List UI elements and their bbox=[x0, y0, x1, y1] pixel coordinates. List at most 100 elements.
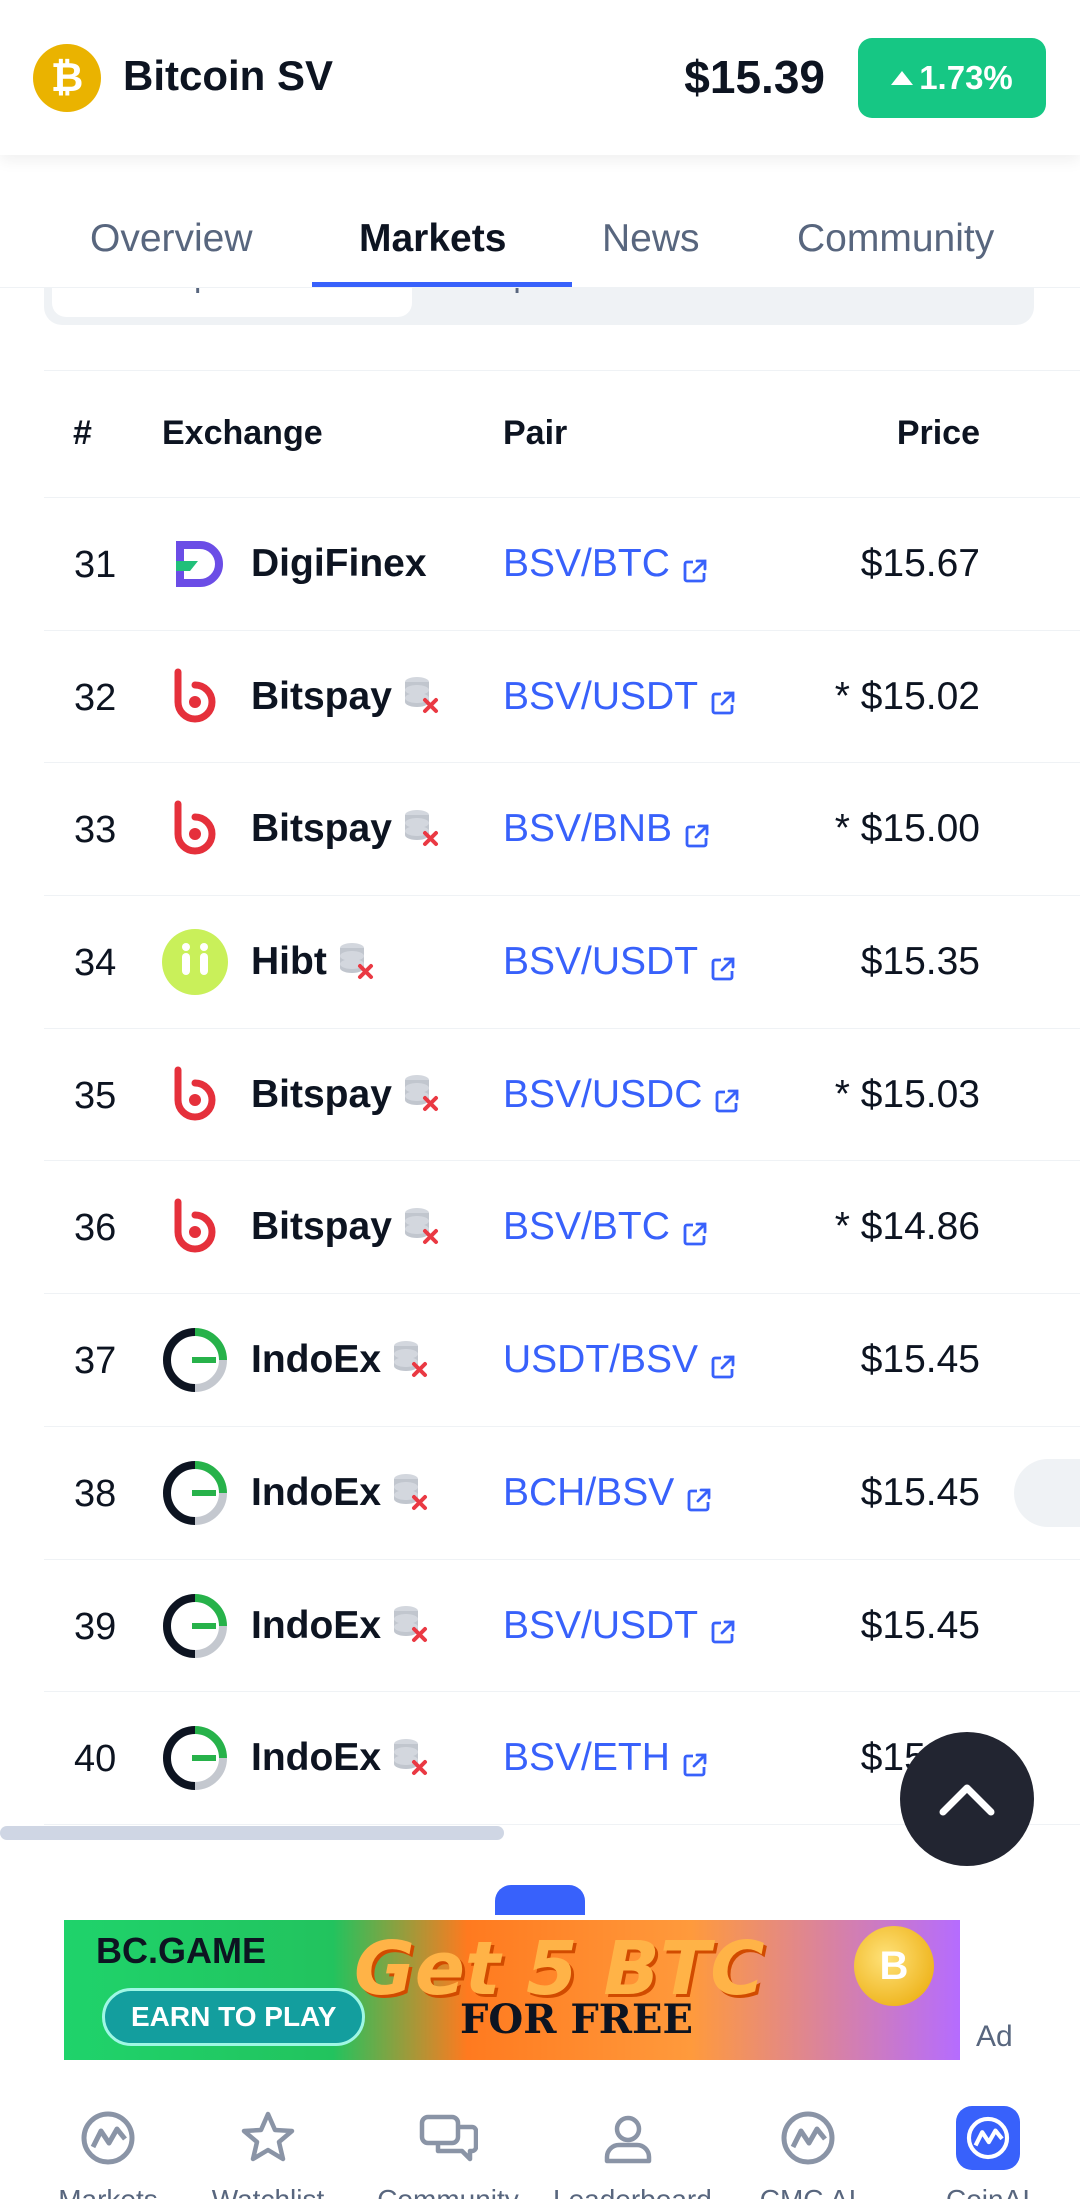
header-price[interactable]: Price bbox=[897, 414, 980, 453]
digifinex-logo-icon[interactable] bbox=[162, 531, 228, 597]
row-price: $15.67 bbox=[860, 542, 980, 585]
bitspay-logo-icon[interactable] bbox=[162, 1194, 228, 1260]
pagination-pill[interactable] bbox=[495, 1885, 585, 1915]
pair-link[interactable]: BSV/USDT bbox=[503, 940, 736, 984]
exchange-name-text: Bitspay bbox=[251, 674, 392, 718]
pair-link[interactable]: BSV/USDC bbox=[503, 1073, 740, 1117]
nav-community-label: Community bbox=[373, 2184, 523, 2199]
offscreen-value-pill: $ bbox=[1014, 1458, 1080, 1527]
horizontal-scrollbar[interactable] bbox=[0, 1826, 504, 1840]
external-link-icon bbox=[684, 815, 710, 848]
indoex-logo-icon[interactable] bbox=[162, 1725, 228, 1791]
back-to-top-button[interactable] bbox=[900, 1732, 1034, 1866]
pair-link[interactable]: USDT/BSV bbox=[503, 1338, 736, 1382]
table-row[interactable]: 38 IndoEx BCH/BSV $15.45 $ bbox=[44, 1427, 1080, 1560]
pair-link[interactable]: BSV/BNB bbox=[503, 807, 710, 851]
table-row[interactable]: 37 IndoEx USDT/BSV $15.45 bbox=[44, 1294, 1080, 1427]
row-rank: 33 bbox=[74, 809, 117, 852]
external-link-icon bbox=[710, 1346, 736, 1379]
table-row[interactable]: 35 Bitspay BSV/USDC * $15.03 bbox=[44, 1029, 1080, 1162]
excluded-volume-icon[interactable] bbox=[402, 1072, 440, 1112]
tab-news[interactable]: News bbox=[602, 217, 700, 261]
exchange-name-text: Bitspay bbox=[251, 807, 392, 851]
exchange-name[interactable]: Bitspay bbox=[251, 1073, 440, 1117]
pair-link[interactable]: BSV/ETH bbox=[503, 1736, 708, 1780]
excluded-volume-icon[interactable] bbox=[402, 674, 440, 714]
header-exchange[interactable]: Exchange bbox=[162, 414, 323, 453]
pair-text: BSV/USDT bbox=[503, 940, 699, 984]
nav-coinai[interactable]: CoinAI bbox=[913, 2106, 1063, 2199]
exchange-name[interactable]: DigiFinex bbox=[251, 542, 427, 586]
exchange-name-text: IndoEx bbox=[251, 1338, 382, 1382]
exchange-name[interactable]: IndoEx bbox=[251, 1736, 429, 1780]
ad-subline: FOR FREE bbox=[460, 1996, 694, 2043]
pair-link[interactable]: BSV/USDT bbox=[503, 1604, 736, 1648]
bitspay-logo-icon[interactable] bbox=[162, 796, 228, 862]
pair-link[interactable]: BCH/BSV bbox=[503, 1471, 712, 1515]
row-rank: 32 bbox=[74, 676, 117, 719]
table-row[interactable]: 32 Bitspay BSV/USDT * $15.02 bbox=[44, 631, 1080, 764]
excluded-volume-icon[interactable] bbox=[391, 1338, 429, 1378]
pair-text: BSV/USDC bbox=[503, 1072, 703, 1116]
excluded-volume-icon[interactable] bbox=[402, 1205, 440, 1245]
tab-overview[interactable]: Overview bbox=[90, 217, 253, 261]
coin-header: ₿ Bitcoin SV $15.39 1.73% bbox=[0, 0, 1080, 155]
indoex-logo-icon[interactable] bbox=[162, 1460, 228, 1526]
exchange-name[interactable]: Bitspay bbox=[251, 1205, 440, 1249]
exchange-name-text: Hibt bbox=[251, 940, 327, 984]
table-row[interactable]: 36 Bitspay BSV/BTC * $14.86 bbox=[44, 1161, 1080, 1295]
exchange-name[interactable]: IndoEx bbox=[251, 1338, 429, 1382]
price-change-badge: 1.73% bbox=[858, 38, 1046, 118]
nav-coinai-label: CoinAI bbox=[913, 2184, 1063, 2199]
excluded-volume-icon[interactable] bbox=[391, 1471, 429, 1511]
indoex-logo-icon[interactable] bbox=[162, 1327, 228, 1393]
table-row[interactable]: 31 DigiFinex BSV/BTC $15.67 bbox=[44, 498, 1080, 631]
table-row[interactable]: 33 Bitspay BSV/BNB * $15.00 bbox=[44, 763, 1080, 897]
pair-link[interactable]: BSV/BTC bbox=[503, 1205, 708, 1249]
ad-banner[interactable]: BC.GAME EARN TO PLAY Get 5 BTC FOR FREE … bbox=[64, 1920, 960, 2060]
external-link-icon bbox=[710, 948, 736, 981]
table-header: # Exchange Pair Price bbox=[44, 370, 1080, 498]
row-rank: 38 bbox=[74, 1472, 117, 1515]
cmc-active-icon bbox=[956, 2106, 1020, 2170]
exchange-name[interactable]: Bitspay bbox=[251, 807, 440, 851]
pair-text: BSV/BTC bbox=[503, 542, 670, 585]
exchange-name[interactable]: IndoEx bbox=[251, 1471, 429, 1515]
nav-community[interactable]: Community bbox=[373, 2106, 523, 2199]
nav-watchlist[interactable]: Watchlist bbox=[193, 2106, 343, 2199]
row-price: * $14.86 bbox=[834, 1205, 980, 1249]
ad-label: Ad bbox=[976, 2020, 1013, 2053]
excluded-volume-icon[interactable] bbox=[391, 1736, 429, 1776]
chat-icon bbox=[416, 2106, 480, 2170]
hibt-logo-icon[interactable] bbox=[162, 929, 228, 996]
excluded-volume-icon[interactable] bbox=[402, 807, 440, 847]
pair-link[interactable]: BSV/USDT bbox=[503, 675, 736, 719]
header-rank[interactable]: # bbox=[73, 414, 92, 453]
nav-leaderboard[interactable]: Leaderboard bbox=[553, 2106, 712, 2199]
excluded-volume-icon[interactable] bbox=[337, 940, 375, 980]
bitspay-logo-icon[interactable] bbox=[162, 664, 228, 730]
tab-community[interactable]: Community bbox=[797, 217, 994, 261]
header-pair[interactable]: Pair bbox=[503, 414, 567, 453]
row-price: * $15.03 bbox=[834, 1072, 980, 1116]
table-row[interactable]: 34 Hibt BSV/USDT $15.35 bbox=[44, 896, 1080, 1029]
bitcoin-sv-logo-icon: ₿ bbox=[33, 44, 101, 112]
pair-text: BCH/BSV bbox=[503, 1470, 675, 1514]
nav-markets[interactable]: Markets bbox=[33, 2106, 183, 2199]
pair-link[interactable]: BSV/BTC bbox=[503, 542, 708, 586]
exchange-name[interactable]: Bitspay bbox=[251, 675, 440, 719]
excluded-volume-icon[interactable] bbox=[391, 1603, 429, 1643]
external-link-icon bbox=[710, 1611, 736, 1644]
table-row[interactable]: 39 IndoEx BSV/USDT $15.45 bbox=[44, 1560, 1080, 1693]
indoex-logo-icon[interactable] bbox=[162, 1593, 228, 1659]
nav-cmc-ai[interactable]: CMC AI bbox=[733, 2106, 883, 2199]
row-price: $15.35 bbox=[860, 940, 980, 984]
cmc-icon bbox=[76, 2106, 140, 2170]
coin-name: Bitcoin SV bbox=[123, 52, 334, 99]
bitcoin-coin-icon: B bbox=[854, 1926, 934, 2006]
exchange-name[interactable]: Hibt bbox=[251, 940, 375, 984]
row-rank: 40 bbox=[74, 1738, 117, 1781]
tab-markets[interactable]: Markets bbox=[359, 217, 506, 261]
bitspay-logo-icon[interactable] bbox=[162, 1062, 228, 1128]
exchange-name[interactable]: IndoEx bbox=[251, 1604, 429, 1648]
